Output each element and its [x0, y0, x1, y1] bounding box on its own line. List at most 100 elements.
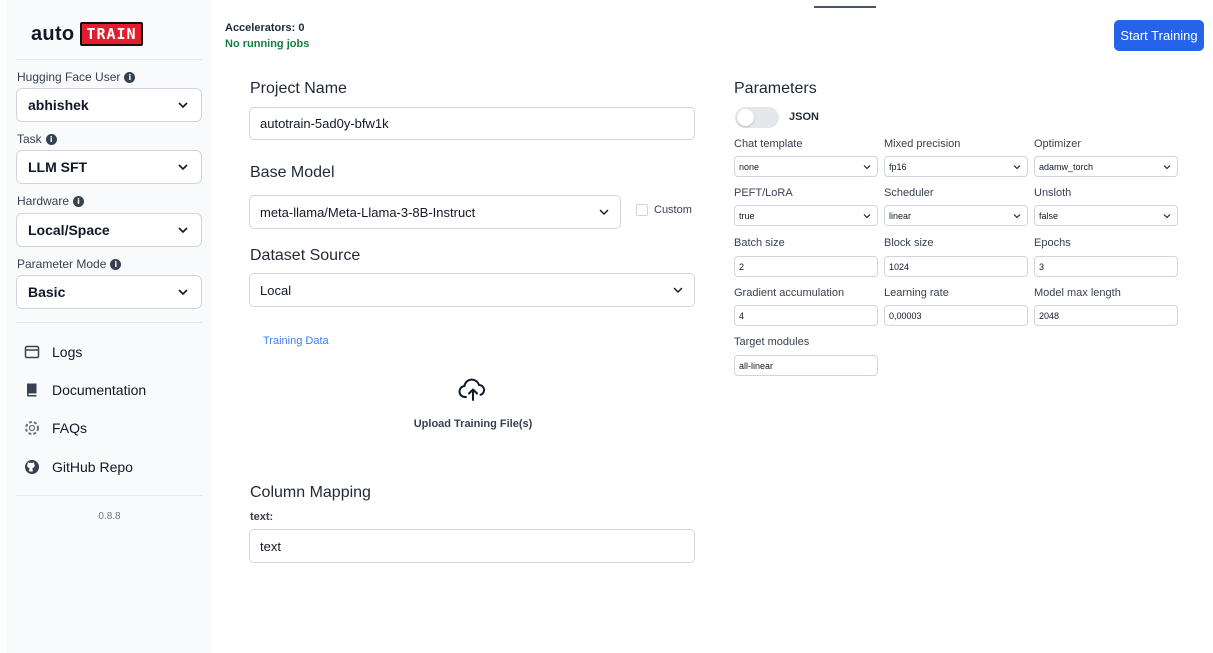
- hardware-select[interactable]: Local/Space: [16, 213, 202, 247]
- peft-label: PEFT/LoRA: [734, 187, 793, 199]
- hardware-label: Hardware i: [17, 194, 85, 208]
- column-mapping-heading: Column Mapping: [250, 484, 371, 501]
- chevron-down-icon: [1013, 164, 1021, 169]
- batch-size-input[interactable]: 2: [734, 256, 878, 277]
- chat-template-label: Chat template: [734, 138, 803, 150]
- base-model-value: meta-llama/Meta-Llama-3-8B-Instruct: [260, 204, 476, 220]
- text-column-label: text:: [250, 511, 274, 523]
- peft-select[interactable]: true: [734, 205, 878, 226]
- chevron-down-icon: [1013, 213, 1021, 218]
- upload-training-files[interactable]: Upload Training File(s): [380, 418, 566, 430]
- top-indicator: [814, 6, 876, 8]
- scheduler-value: linear: [889, 210, 912, 221]
- jobs-status: No running jobs: [225, 38, 310, 50]
- epochs-label: Epochs: [1034, 237, 1071, 249]
- mixed-precision-select[interactable]: fp16: [884, 156, 1028, 177]
- learning-rate-value: 0,00003: [889, 310, 922, 321]
- task-label-text: Task: [17, 132, 42, 146]
- hf-user-label: Hugging Face User i: [17, 70, 136, 84]
- text-column-input[interactable]: text: [249, 529, 695, 563]
- mixed-precision-label: Mixed precision: [884, 138, 961, 150]
- hf-user-value: abhishek: [28, 97, 89, 113]
- logo-auto-text: auto: [31, 22, 75, 45]
- chat-template-value: none: [739, 161, 760, 172]
- dataset-source-heading: Dataset Source: [250, 247, 361, 264]
- sidebar-link-faqs[interactable]: FAQs: [24, 420, 87, 436]
- target-modules-input[interactable]: all-linear: [734, 355, 878, 376]
- optimizer-label: Optimizer: [1034, 138, 1082, 150]
- mixed-precision-value: fp16: [889, 161, 907, 172]
- project-name-input[interactable]: autotrain-5ad0y-bfw1k: [249, 107, 695, 140]
- block-size-value: 1024: [889, 261, 910, 272]
- scheduler-label: Scheduler: [884, 187, 934, 199]
- parameter-mode-label: Parameter Mode i: [17, 257, 122, 271]
- peft-value: true: [739, 210, 755, 221]
- training-data-label: Training Data: [263, 335, 329, 347]
- project-name-heading: Project Name: [250, 80, 347, 97]
- logs-icon: [24, 345, 40, 359]
- target-modules-label: Target modules: [734, 336, 810, 348]
- block-size-label: Block size: [884, 237, 934, 249]
- info-icon[interactable]: i: [124, 71, 136, 83]
- optimizer-value: adamw_torch: [1039, 161, 1094, 172]
- task-label: Task i: [17, 132, 57, 146]
- task-select[interactable]: LLM SFT: [16, 150, 202, 184]
- model-max-length-label: Model max length: [1034, 287, 1121, 299]
- start-training-button[interactable]: Start Training: [1114, 20, 1204, 51]
- sidebar-link-logs[interactable]: Logs: [24, 344, 82, 360]
- logo-train-text: TRAIN: [80, 22, 143, 46]
- target-modules-value: all-linear: [739, 360, 774, 371]
- sidebar-divider: [16, 59, 202, 60]
- batch-size-label: Batch size: [734, 237, 785, 249]
- cloud-upload-icon[interactable]: [458, 378, 488, 402]
- grad-accum-input[interactable]: 4: [734, 305, 878, 326]
- dataset-source-value: Local: [260, 282, 292, 298]
- optimizer-select[interactable]: adamw_torch: [1034, 156, 1178, 177]
- epochs-value: 3: [1039, 261, 1045, 272]
- batch-size-value: 2: [739, 261, 745, 272]
- sidebar-divider: [16, 495, 202, 496]
- chevron-down-icon: [178, 164, 188, 171]
- task-value: LLM SFT: [28, 159, 88, 175]
- model-max-length-input[interactable]: 2048: [1034, 305, 1178, 326]
- info-icon[interactable]: i: [110, 258, 122, 270]
- chevron-down-icon: [863, 213, 871, 218]
- scheduler-select[interactable]: linear: [884, 205, 1028, 226]
- sidebar-link-github[interactable]: GitHub Repo: [24, 459, 133, 475]
- sidebar-link-documentation[interactable]: Documentation: [24, 382, 146, 398]
- unsloth-select[interactable]: false: [1034, 205, 1178, 226]
- base-model-heading: Base Model: [250, 164, 335, 181]
- base-model-select[interactable]: meta-llama/Meta-Llama-3-8B-Instruct: [249, 195, 621, 229]
- info-icon[interactable]: i: [45, 133, 57, 145]
- learning-rate-label: Learning rate: [884, 287, 949, 299]
- info-icon[interactable]: i: [73, 195, 85, 207]
- hf-user-label-text: Hugging Face User: [17, 70, 121, 84]
- hf-user-select[interactable]: abhishek: [16, 88, 202, 122]
- chevron-down-icon: [599, 209, 609, 215]
- parameter-mode-label-text: Parameter Mode: [17, 257, 107, 271]
- learning-rate-input[interactable]: 0,00003: [884, 305, 1028, 326]
- version-label: 0.8.8: [98, 511, 121, 522]
- chevron-down-icon: [178, 102, 188, 109]
- sidebar-link-label: FAQs: [52, 420, 88, 436]
- json-toggle[interactable]: [735, 107, 779, 128]
- custom-model-checkbox[interactable]: [636, 204, 648, 216]
- unsloth-label: Unsloth: [1034, 187, 1072, 199]
- chevron-down-icon: [1163, 164, 1171, 169]
- github-icon: [25, 460, 39, 474]
- epochs-input[interactable]: 3: [1034, 256, 1178, 277]
- custom-model-label: Custom: [654, 204, 692, 216]
- parameter-mode-select[interactable]: Basic: [16, 275, 202, 309]
- chevron-down-icon: [178, 289, 188, 296]
- block-size-input[interactable]: 1024: [884, 256, 1028, 277]
- unsloth-value: false: [1039, 210, 1059, 221]
- dataset-source-select[interactable]: Local: [249, 273, 695, 307]
- sidebar-link-label: Documentation: [52, 382, 147, 398]
- lifebuoy-icon: [25, 421, 39, 435]
- accelerators-status: Accelerators: 0: [225, 22, 305, 34]
- grad-accum-value: 4: [739, 310, 745, 321]
- chevron-down-icon: [863, 164, 871, 169]
- chat-template-select[interactable]: none: [734, 156, 878, 177]
- text-column-value: text: [260, 538, 281, 554]
- hardware-label-text: Hardware: [17, 194, 70, 208]
